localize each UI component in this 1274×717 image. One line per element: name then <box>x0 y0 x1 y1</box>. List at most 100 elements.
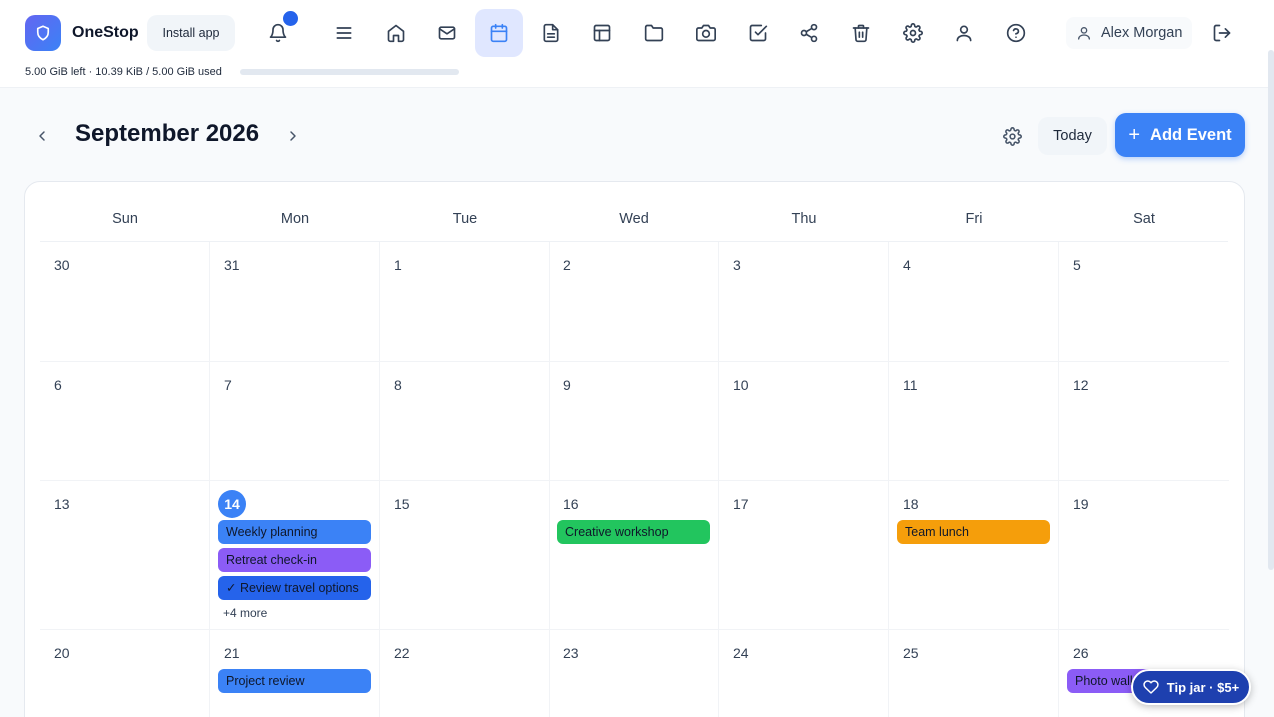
day-number: 4 <box>903 257 911 273</box>
nav-checkbox-button[interactable] <box>734 9 782 57</box>
day-cell[interactable]: 23 <box>549 630 719 717</box>
tip-jar-label: Tip jar · $5+ <box>1166 679 1240 695</box>
calendar-settings-button[interactable] <box>996 120 1028 152</box>
table-icon <box>594 24 611 42</box>
day-number: 31 <box>224 257 240 273</box>
day-number: 22 <box>394 645 410 661</box>
day-number: 24 <box>733 645 749 661</box>
storage-usage-text: 5.00 GiB left · 10.39 KiB / 5.00 GiB use… <box>25 66 222 78</box>
day-cell[interactable]: 9 <box>549 362 719 481</box>
home-icon <box>387 24 404 43</box>
day-cell[interactable]: 31 <box>210 242 380 362</box>
day-cell[interactable]: 25 <box>889 630 1059 717</box>
day-cell[interactable]: 16 Creative workshop <box>549 481 719 630</box>
day-number: 11 <box>903 377 918 393</box>
day-cell[interactable]: 14 Weekly planning Retreat check-in ✓ Revie… <box>210 481 380 630</box>
event-chip[interactable]: Creative workshop <box>557 520 710 544</box>
nav-document-button[interactable] <box>527 9 575 57</box>
nav-camera-button[interactable] <box>682 9 730 57</box>
day-number: 8 <box>394 377 402 393</box>
nav-home-button[interactable] <box>372 9 420 57</box>
day-number: 2 <box>563 257 571 273</box>
logout-button[interactable] <box>1206 17 1238 49</box>
nav-gear-button[interactable] <box>889 9 937 57</box>
nav-help-button[interactable] <box>992 9 1040 57</box>
day-cell[interactable]: 13 <box>40 481 210 630</box>
page-scrollbar[interactable] <box>1268 50 1274 570</box>
day-cell[interactable]: 2 <box>549 242 719 362</box>
day-number: 25 <box>903 645 919 661</box>
day-cell[interactable]: 19 <box>1059 481 1229 630</box>
day-number: 21 <box>224 645 240 661</box>
document-icon <box>543 23 559 43</box>
day-cell[interactable]: 8 <box>380 362 550 481</box>
day-cell[interactable]: 10 <box>719 362 889 481</box>
brand[interactable]: OneStop <box>25 15 139 51</box>
more-events-link[interactable]: +4 more <box>223 606 267 620</box>
camera-icon <box>695 24 716 42</box>
event-chip[interactable]: ✓ Review travel options <box>218 576 371 600</box>
day-cell[interactable]: 1 <box>380 242 550 362</box>
day-number: 19 <box>1073 496 1089 512</box>
event-chip[interactable]: Team lunch <box>897 520 1050 544</box>
nav-folder-button[interactable] <box>630 9 678 57</box>
day-number: 26 <box>1073 645 1089 661</box>
today-day-number: 14 <box>218 490 246 518</box>
add-event-button[interactable]: + Add Event <box>1115 113 1245 157</box>
user-icon <box>956 25 972 42</box>
day-cell[interactable]: 11 <box>889 362 1059 481</box>
day-cell[interactable]: 21 Project review <box>210 630 380 717</box>
notifications-button[interactable] <box>262 11 298 49</box>
today-button[interactable]: Today <box>1038 117 1107 155</box>
day-cell[interactable]: 30 <box>40 242 210 362</box>
folder-icon <box>644 24 664 42</box>
day-number: 16 <box>563 496 579 512</box>
install-app-button[interactable]: Install app <box>147 15 235 51</box>
day-cell[interactable]: 3 <box>719 242 889 362</box>
nav-menu-button[interactable] <box>320 9 368 57</box>
nav-mail-button[interactable] <box>423 9 471 57</box>
user-menu[interactable]: Alex Morgan <box>1066 17 1192 49</box>
nav-share-button[interactable] <box>785 9 833 57</box>
share-icon <box>800 23 818 43</box>
day-cell[interactable]: 24 <box>719 630 889 717</box>
weekday-thu: Thu <box>791 211 817 227</box>
bell-icon <box>269 23 287 43</box>
chevron-right-icon <box>290 131 296 141</box>
app-name: OneStop <box>72 24 139 41</box>
weekday-sat: Sat <box>1133 211 1155 227</box>
nav-user-button[interactable] <box>940 9 988 57</box>
event-chip[interactable]: Project review <box>218 669 371 693</box>
day-cell[interactable]: 5 <box>1059 242 1229 362</box>
user-icon <box>1078 27 1090 40</box>
event-chip[interactable]: Retreat check-in <box>218 548 371 572</box>
weekday-mon: Mon <box>280 211 310 227</box>
day-cell[interactable]: 6 <box>40 362 210 481</box>
previous-month-button[interactable] <box>28 122 56 150</box>
event-chip[interactable]: Weekly planning <box>218 520 371 544</box>
nav-table-button[interactable] <box>578 9 626 57</box>
day-cell[interactable]: 17 <box>719 481 889 630</box>
day-cell[interactable]: 15 <box>380 481 550 630</box>
nav-calendar-button[interactable] <box>475 9 523 57</box>
user-name: Alex Morgan <box>1101 25 1183 41</box>
day-number: 10 <box>733 377 749 393</box>
day-number: 7 <box>224 377 232 393</box>
day-cell[interactable]: 4 <box>889 242 1059 362</box>
next-month-button[interactable] <box>279 122 307 150</box>
day-cell[interactable]: 22 <box>380 630 550 717</box>
mail-icon <box>438 26 456 40</box>
chevron-left-icon <box>39 131 45 141</box>
nav-trash-button[interactable] <box>837 9 885 57</box>
day-cell[interactable]: 12 <box>1059 362 1229 481</box>
weekday-wed: Wed <box>619 211 649 227</box>
gear-icon <box>902 23 923 43</box>
day-number: 30 <box>54 257 70 273</box>
day-number: 9 <box>563 377 571 393</box>
day-cell[interactable]: 7 <box>210 362 380 481</box>
day-cell[interactable]: 20 <box>40 630 210 717</box>
day-number: 18 <box>903 496 919 512</box>
notification-badge <box>283 11 298 26</box>
tip-jar-button[interactable]: Tip jar · $5+ <box>1131 669 1251 705</box>
day-cell[interactable]: 18 Team lunch <box>889 481 1059 630</box>
